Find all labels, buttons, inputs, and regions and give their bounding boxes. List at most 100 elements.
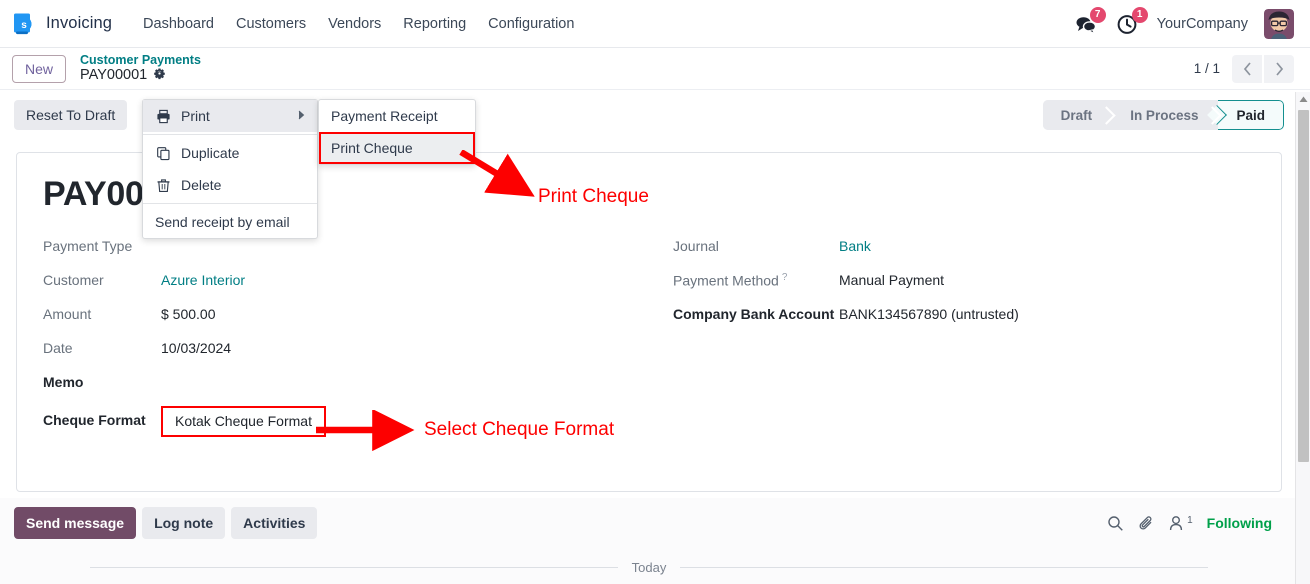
odoo-invoicing-payment-form: s Invoicing Dashboard Customers Vendors … [0,0,1310,584]
field-label-memo: Memo [43,374,84,390]
menu-item-print[interactable]: Print [143,100,317,132]
field-label-journal: Journal [673,238,719,254]
chatter-today-divider: Today [0,560,1298,575]
following-status[interactable]: Following [1207,515,1272,531]
breadcrumb: Customer Payments PAY00001 [80,53,201,84]
field-amount: Amount $ 500.00 [43,298,649,332]
user-avatar[interactable] [1264,8,1294,39]
status-bar: Draft In Process Paid [1042,100,1284,130]
status-in-process[interactable]: In Process [1112,100,1219,130]
breadcrumb-current-label: PAY00001 [80,67,148,84]
nav-item-dashboard[interactable]: Dashboard [132,10,225,38]
field-company-bank-account: Company Bank Account BANK134567890 (untr… [673,298,1281,332]
chevron-right-icon [298,110,305,122]
field-payment-type: Payment Type [43,230,649,264]
field-value-payment-method[interactable]: Manual Payment [839,264,944,290]
pager-next-button[interactable] [1264,54,1294,83]
send-message-button[interactable]: Send message [14,507,137,539]
messages-icon[interactable]: 7 [1073,6,1106,37]
nav-item-customers[interactable]: Customers [225,10,317,38]
pager-previous-button[interactable] [1232,54,1262,83]
menu-item-send-receipt-by-email[interactable]: Send receipt by email [143,206,317,238]
today-label: Today [631,560,667,575]
field-label-customer: Customer [43,272,104,288]
invoicing-app-icon: s [10,11,36,37]
paperclip-icon[interactable] [1138,515,1155,532]
field-date: Date 10/03/2024 [43,332,649,366]
page-scrollbar[interactable] [1295,92,1310,584]
status-paid[interactable]: Paid [1218,100,1284,130]
follower-count: 1 [1187,514,1193,526]
field-value-company-bank-account[interactable]: BANK134567890 (untrusted) [839,298,1019,324]
menu-item-print-cheque-label: Print Cheque [331,140,413,156]
duplicate-icon [155,146,171,161]
chatter-actions: 1 Following [1107,515,1284,532]
svg-text:s: s [21,20,27,31]
breadcrumb-current: PAY00001 [80,67,201,84]
field-label-payment-method-text: Payment Method [673,272,779,289]
messages-badge: 7 [1089,6,1106,23]
field-label-amount: Amount [43,306,92,322]
scrollbar-thumb[interactable] [1298,110,1309,462]
menu-separator-2 [143,203,317,204]
nav-item-configuration[interactable]: Configuration [477,10,585,38]
chatter-toolbar: Send message Log note Activities 1 Follo… [0,498,1298,548]
field-value-cheque-format[interactable]: Kotak Cheque Format [161,406,326,437]
menu-item-delete-label: Delete [181,177,222,193]
field-customer: Customer Azure Interior [43,264,649,298]
activities-badge: 1 [1131,6,1148,23]
breadcrumb-parent-link[interactable]: Customer Payments [80,53,201,67]
field-value-date[interactable]: 10/03/2024 [161,332,231,358]
top-navbar: s Invoicing Dashboard Customers Vendors … [0,0,1310,48]
field-value-amount[interactable]: $ 500.00 [161,298,216,324]
nav-item-vendors[interactable]: Vendors [317,10,392,38]
form-columns: Payment Type Customer Azure Interior Amo… [17,230,1281,438]
menu-item-delete[interactable]: Delete [143,169,317,201]
field-memo: Memo [43,366,649,400]
search-icon[interactable] [1107,515,1124,532]
help-question-icon[interactable]: ? [782,272,788,283]
cog-dropdown-menu: Print Duplicate Delete Send receipt by e… [142,99,318,239]
menu-item-duplicate-label: Duplicate [181,145,240,161]
scrollbar-up-arrow[interactable] [1296,92,1310,107]
company-switcher[interactable]: YourCompany [1157,16,1248,32]
field-label-company-bank-account: Company Bank Account [673,306,835,322]
pager-count: 1 / 1 [1193,61,1220,76]
menu-item-send-receipt-label: Send receipt by email [155,214,290,230]
followers-button[interactable]: 1 [1169,515,1193,532]
field-label-cheque-format: Cheque Format [43,412,146,428]
annotation-label-print-cheque: Print Cheque [538,186,649,207]
status-draft[interactable]: Draft [1042,100,1113,130]
divider-line-right [680,567,1209,568]
log-note-button[interactable]: Log note [142,507,226,539]
activities-button[interactable]: Activities [231,507,318,539]
menu-item-print-label: Print [181,108,210,124]
reset-to-draft-button[interactable]: Reset To Draft [14,100,128,130]
menu-item-duplicate[interactable]: Duplicate [143,137,317,169]
activities-clock-icon[interactable]: 1 [1115,6,1148,37]
annotation-label-select-cheque-format: Select Cheque Format [424,419,615,440]
field-value-customer[interactable]: Azure Interior [161,264,245,290]
field-payment-method: Payment Method? Manual Payment [673,264,1281,298]
printer-icon [155,109,171,124]
menu-item-payment-receipt[interactable]: Payment Receipt [319,100,475,132]
main-nav-menu: Dashboard Customers Vendors Reporting Co… [132,10,585,38]
gear-icon[interactable] [153,67,166,84]
menu-item-print-cheque[interactable]: Print Cheque [319,132,475,164]
field-label-date: Date [43,340,73,356]
brand-label: Invoicing [46,14,113,32]
menu-separator-1 [143,134,317,135]
field-value-journal[interactable]: Bank [839,230,871,256]
divider-line-left [90,567,618,568]
field-journal: Journal Bank [673,230,1281,264]
menu-item-payment-receipt-label: Payment Receipt [331,108,438,124]
breadcrumb-row: New Customer Payments PAY00001 1 / 1 [0,48,1310,90]
nav-item-reporting[interactable]: Reporting [392,10,477,38]
form-column-left: Payment Type Customer Azure Interior Amo… [17,230,649,438]
field-label-payment-method: Payment Method? [673,264,839,290]
new-button[interactable]: New [12,54,67,83]
pager: 1 / 1 [1184,54,1298,83]
app-brand[interactable]: s Invoicing [10,11,118,37]
print-submenu: Payment Receipt Print Cheque [318,99,476,165]
navbar-system-tray: 7 1 YourCompany [1073,6,1300,39]
